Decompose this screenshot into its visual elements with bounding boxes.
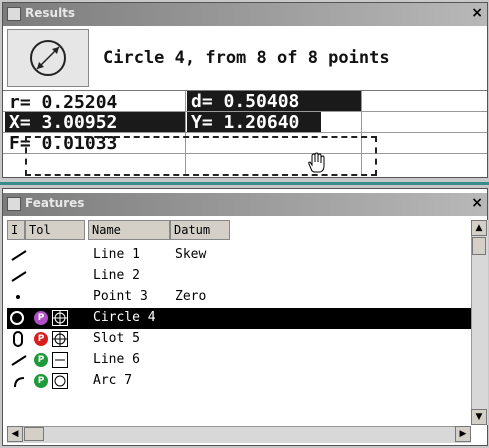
position-tolerance-icon (52, 310, 68, 326)
position-tolerance-icon (52, 331, 68, 347)
results-window: Results × Circle 4, from 8 of 8 points r… (2, 2, 488, 178)
slot-icon (13, 331, 23, 347)
feature-row-point-3[interactable]: Point 3 Zero (9, 287, 471, 308)
results-window-icon (7, 7, 21, 21)
feature-datum: Zero (175, 289, 207, 304)
circle-icon (10, 311, 24, 325)
column-header-name[interactable]: Name (88, 220, 170, 240)
tol-badge-icon: P (34, 332, 48, 346)
horizontal-scroll-thumb[interactable] (24, 427, 44, 441)
feature-name: Line 2 (93, 268, 140, 283)
features-window-icon (7, 197, 21, 211)
y-value: Y= 1.20640 (187, 112, 321, 133)
results-close-button[interactable]: × (471, 5, 483, 21)
feature-row-circle-4[interactable]: P Circle 4 (7, 308, 471, 329)
line-icon (11, 271, 27, 282)
feature-datum: Skew (175, 247, 207, 262)
feature-name: Line 6 (93, 352, 140, 367)
tol-badge-icon: P (34, 374, 48, 388)
feature-name: Slot 5 (93, 331, 140, 346)
diameter-value: d= 0.50408 (187, 91, 361, 112)
scroll-right-button[interactable]: ▶ (455, 426, 471, 442)
line-icon (11, 250, 27, 261)
horizontal-scrollbar[interactable] (7, 426, 471, 443)
column-header-datum[interactable]: Datum (170, 220, 230, 240)
results-title: Results (25, 6, 76, 20)
column-header-tol[interactable]: Tol (25, 220, 85, 240)
arc-icon (14, 377, 25, 388)
feature-row-arc-7[interactable]: P Arc 7 (9, 371, 471, 392)
scroll-thumb[interactable] (472, 237, 486, 255)
line-icon (11, 355, 27, 366)
feature-name: Circle 4 (93, 310, 156, 325)
tol-badge-icon: P (34, 353, 48, 367)
circle-feature-icon (7, 29, 89, 87)
feature-name: Point 3 (93, 289, 148, 304)
results-titlebar[interactable]: Results × (3, 3, 487, 26)
feature-name: Line 1 (93, 247, 140, 262)
hand-cursor-icon (305, 151, 327, 173)
circularity-tolerance-icon (52, 373, 68, 389)
feature-name: Arc 7 (93, 373, 133, 388)
features-close-button[interactable]: × (471, 195, 483, 211)
results-headline: Circle 4, from 8 of 8 points (103, 48, 390, 68)
feature-row-line-2[interactable]: Line 2 (9, 266, 471, 287)
x-value: X= 3.00952 (5, 112, 185, 133)
features-titlebar[interactable]: Features × (3, 193, 487, 216)
straightness-tolerance-icon (52, 352, 68, 368)
radius-value: r= 0.25204 (9, 92, 118, 113)
features-window: Features × I Tol Name Datum Line 1 Skew … (2, 188, 488, 446)
scroll-left-button[interactable]: ◀ (7, 426, 23, 442)
feature-row-line-1[interactable]: Line 1 Skew (9, 245, 471, 266)
features-title: Features (25, 196, 85, 210)
tol-badge-icon: P (34, 311, 48, 325)
scroll-down-button[interactable]: ▼ (471, 409, 487, 425)
feature-row-slot-5[interactable]: P Slot 5 (9, 329, 471, 350)
point-icon (16, 295, 20, 299)
column-header-i[interactable]: I (7, 220, 25, 240)
scroll-up-button[interactable]: ▲ (471, 220, 487, 236)
feature-row-line-6[interactable]: P Line 6 (9, 350, 471, 371)
window-separator (0, 182, 489, 185)
